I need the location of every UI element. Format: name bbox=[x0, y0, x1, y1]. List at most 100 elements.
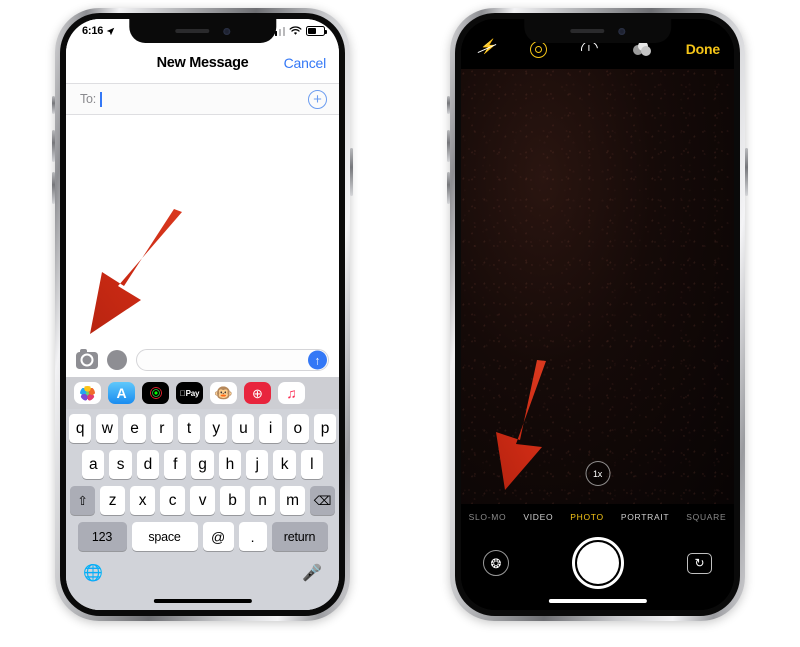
side-power-button[interactable] bbox=[350, 148, 353, 196]
shift-icon[interactable]: ⇧ bbox=[70, 486, 95, 515]
app-store-icon[interactable] bbox=[107, 350, 127, 370]
zoom-level-button[interactable]: 1x bbox=[585, 461, 610, 486]
vinyl-record-app-button[interactable] bbox=[142, 382, 169, 404]
message-input-bar: ↑ bbox=[66, 343, 339, 377]
message-input[interactable]: ↑ bbox=[136, 349, 329, 371]
key-numbers[interactable]: 123 bbox=[77, 522, 127, 551]
home-indicator[interactable] bbox=[548, 599, 647, 603]
volume-down-button[interactable] bbox=[52, 172, 55, 204]
key-k[interactable]: k bbox=[273, 450, 296, 479]
key-x[interactable]: x bbox=[130, 486, 155, 515]
to-label: To: bbox=[80, 92, 97, 106]
app-store-icon: A bbox=[116, 385, 127, 401]
key-u[interactable]: u bbox=[232, 414, 255, 443]
send-arrow-up-icon[interactable]: ↑ bbox=[308, 350, 327, 370]
camera-icon[interactable] bbox=[76, 349, 98, 369]
iphone-right-bezel: Done 1x SLO-MO VIDEO PHOTO PORTRAIT SQUA… bbox=[455, 13, 740, 616]
key-d[interactable]: d bbox=[136, 450, 159, 479]
mode-photo[interactable]: PHOTO bbox=[570, 512, 604, 522]
volume-up-button[interactable] bbox=[447, 130, 450, 162]
photos-app-button[interactable] bbox=[74, 382, 101, 404]
memoji-monkey-icon: 🐵 bbox=[214, 384, 233, 402]
side-power-button[interactable] bbox=[745, 148, 748, 196]
key-f[interactable]: f bbox=[164, 450, 187, 479]
status-bar-left: 6:16 bbox=[82, 25, 115, 37]
text-cursor bbox=[100, 91, 102, 107]
mute-switch[interactable] bbox=[447, 96, 450, 114]
app-store-app-button[interactable]: A bbox=[108, 382, 135, 404]
key-p[interactable]: p bbox=[313, 414, 337, 443]
key-r[interactable]: r bbox=[150, 414, 173, 443]
mode-portrait[interactable]: PORTRAIT bbox=[621, 512, 669, 522]
key-w[interactable]: w bbox=[96, 414, 119, 443]
key-t[interactable]: t bbox=[177, 414, 200, 443]
globe-icon[interactable]: 🌐 bbox=[83, 565, 103, 582]
conversation-area bbox=[66, 115, 339, 343]
recipient-row[interactable]: To: + bbox=[66, 83, 339, 115]
apple-pay-app-button[interactable]: Pay bbox=[176, 382, 203, 404]
mode-slo-mo[interactable]: SLO-MO bbox=[469, 512, 507, 522]
key-space[interactable]: space bbox=[131, 522, 198, 551]
front-camera-icon bbox=[223, 27, 230, 35]
messages-screen: 6:16 New Message Cancel To: + ↑ A Pay 🐵 … bbox=[66, 19, 339, 610]
shutter-button[interactable] bbox=[572, 537, 624, 589]
key-q[interactable]: q bbox=[68, 414, 92, 443]
key-c[interactable]: c bbox=[160, 486, 185, 515]
key-return[interactable]: return bbox=[271, 522, 328, 551]
effects-star-icon[interactable]: ❂ bbox=[483, 550, 509, 576]
keyboard-row-3: ⇧ z x c v b n m ⌫ bbox=[69, 486, 336, 515]
filters-icon[interactable] bbox=[633, 41, 652, 57]
camera-mode-selector[interactable]: SLO-MO VIDEO PHOTO PORTRAIT SQUARE bbox=[461, 504, 734, 530]
music-note-icon: ♫ bbox=[286, 385, 297, 401]
flip-camera-icon[interactable]: ↻ bbox=[687, 552, 712, 574]
status-time: 6:16 bbox=[82, 25, 104, 37]
key-n[interactable]: n bbox=[250, 486, 275, 515]
key-y[interactable]: y bbox=[205, 414, 228, 443]
status-bar-right bbox=[270, 26, 327, 36]
key-m[interactable]: m bbox=[280, 486, 305, 515]
apple-pay-icon: Pay bbox=[180, 388, 200, 398]
key-period[interactable]: . bbox=[238, 522, 267, 551]
key-i[interactable]: i bbox=[259, 414, 282, 443]
delete-backspace-icon[interactable]: ⌫ bbox=[310, 486, 335, 515]
key-l[interactable]: l bbox=[300, 450, 323, 479]
battery-icon bbox=[306, 26, 327, 36]
key-b[interactable]: b bbox=[220, 486, 245, 515]
camera-viewfinder[interactable]: 1x bbox=[461, 69, 734, 504]
home-indicator[interactable] bbox=[153, 599, 252, 603]
key-v[interactable]: v bbox=[190, 486, 215, 515]
memoji-app-button[interactable]: 🐵 bbox=[210, 382, 237, 404]
onscreen-keyboard: q w e r t y u i o p a s d f g h j k l ⇧ … bbox=[66, 409, 339, 610]
screenshot-canvas: 6:16 New Message Cancel To: + ↑ A Pay 🐵 … bbox=[0, 0, 800, 647]
keyboard-row-4: 123 space @ . return bbox=[69, 522, 336, 551]
mode-square[interactable]: SQUARE bbox=[686, 512, 726, 522]
mute-switch[interactable] bbox=[52, 96, 55, 114]
key-j[interactable]: j bbox=[245, 450, 269, 479]
add-contact-button[interactable]: + bbox=[308, 89, 327, 109]
volume-up-button[interactable] bbox=[52, 130, 55, 162]
key-e[interactable]: e bbox=[123, 414, 146, 443]
volume-down-button[interactable] bbox=[447, 172, 450, 204]
camera-screen: Done 1x SLO-MO VIDEO PHOTO PORTRAIT SQUA… bbox=[461, 19, 734, 610]
key-z[interactable]: z bbox=[100, 486, 125, 515]
flash-off-icon[interactable] bbox=[479, 39, 497, 57]
mode-video[interactable]: VIDEO bbox=[523, 512, 553, 522]
key-h[interactable]: h bbox=[218, 450, 241, 479]
keyboard-row-1: q w e r t y u i o p bbox=[68, 414, 337, 443]
notch bbox=[523, 19, 672, 43]
key-o[interactable]: o bbox=[286, 414, 309, 443]
notch bbox=[128, 19, 277, 43]
iphone-left-device: 6:16 New Message Cancel To: + ↑ A Pay 🐵 … bbox=[52, 8, 353, 621]
done-button[interactable]: Done bbox=[686, 41, 720, 57]
microphone-icon[interactable]: 🎤 bbox=[302, 565, 322, 582]
cancel-button[interactable]: Cancel bbox=[284, 55, 327, 71]
key-g[interactable]: g bbox=[191, 450, 214, 479]
key-s[interactable]: s bbox=[109, 450, 132, 479]
live-photo-icon[interactable] bbox=[529, 40, 547, 58]
imessage-app-drawer: A Pay 🐵 ⊕ ♫ bbox=[66, 377, 339, 409]
key-a[interactable]: a bbox=[82, 450, 105, 479]
music-app-button[interactable]: ♫ bbox=[278, 382, 305, 404]
earpiece-speaker bbox=[175, 29, 209, 33]
gif-search-app-button[interactable]: ⊕ bbox=[244, 382, 271, 404]
key-at[interactable]: @ bbox=[202, 522, 234, 551]
